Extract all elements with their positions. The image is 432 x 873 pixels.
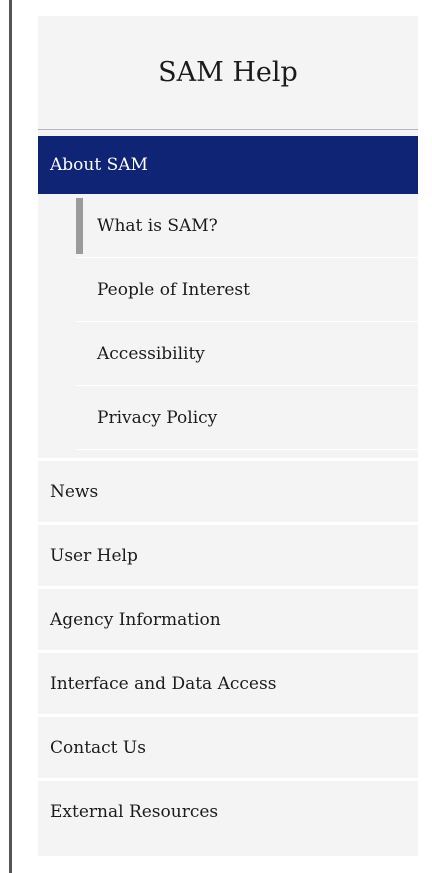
sidebar-item-interface-data-access[interactable]: Interface and Data Access — [38, 650, 418, 714]
page-frame: SAM Help About SAM What is SAM? People o… — [0, 0, 432, 873]
sidebar-item-about-sam[interactable]: About SAM — [38, 136, 418, 194]
subitem-what-is-sam[interactable]: What is SAM? — [76, 194, 418, 258]
sidebar-item-contact-us[interactable]: Contact Us — [38, 714, 418, 778]
window-edge-rule — [9, 0, 12, 873]
sidebar-title: SAM Help — [38, 16, 418, 130]
sidebar-item-news[interactable]: News — [38, 458, 418, 522]
subitem-accessibility[interactable]: Accessibility — [76, 322, 418, 386]
about-sam-submenu: What is SAM? People of Interest Accessib… — [38, 194, 418, 450]
sidebar-item-agency-information[interactable]: Agency Information — [38, 586, 418, 650]
sidebar-item-user-help[interactable]: User Help — [38, 522, 418, 586]
subitem-people-of-interest[interactable]: People of Interest — [76, 258, 418, 322]
help-sidebar: SAM Help About SAM What is SAM? People o… — [38, 16, 418, 856]
subitem-privacy-policy[interactable]: Privacy Policy — [76, 386, 418, 450]
sidebar-item-external-resources[interactable]: External Resources — [38, 778, 418, 842]
